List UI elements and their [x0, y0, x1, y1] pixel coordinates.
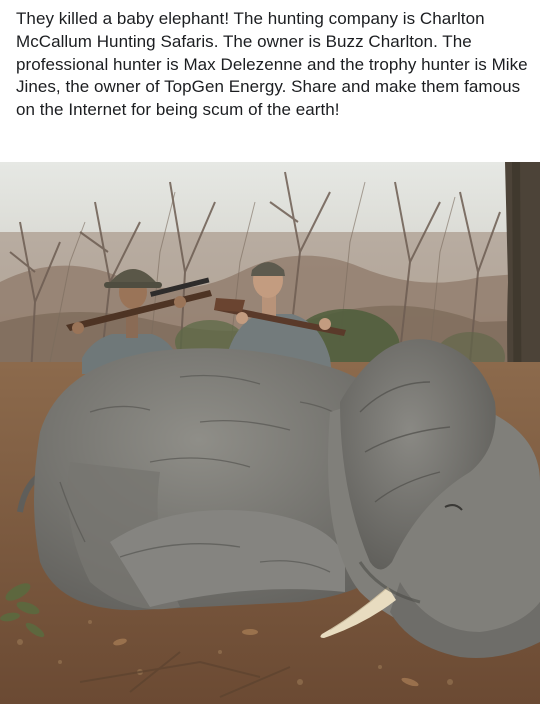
- post-photo[interactable]: [0, 162, 540, 704]
- post-text: They killed a baby elephant! The hunting…: [16, 9, 528, 120]
- hunting-photo: [0, 162, 540, 704]
- facebook-post: They killed a baby elephant! The hunting…: [0, 0, 540, 704]
